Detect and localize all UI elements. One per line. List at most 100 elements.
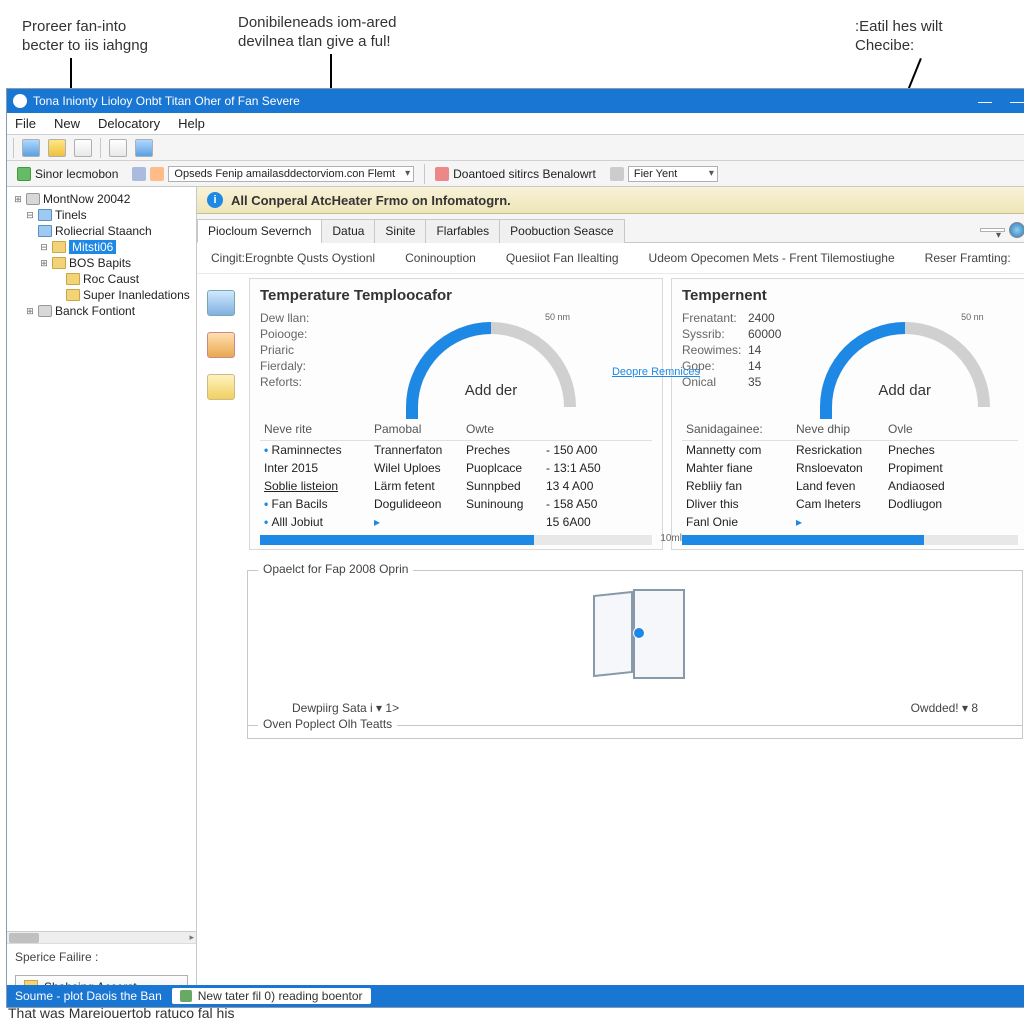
menu-new[interactable]: New [54, 116, 80, 131]
info-dot-icon [633, 627, 645, 639]
gauge-tick: 50 nm [545, 312, 570, 322]
kv-list: Frenatant:2400 Syssrib:60000 Reowimes:14… [682, 310, 781, 410]
status-left: Soume - plot Daois the Ban [15, 989, 162, 1003]
tab-1[interactable]: Datua [321, 219, 375, 243]
toolbar-primary [7, 135, 1024, 161]
tree-node[interactable]: Super Inanledations [9, 287, 194, 303]
home-icon[interactable] [22, 139, 40, 157]
toolbar-secondary: Sinor lecmobon Opseds Fenip amailasddect… [7, 161, 1024, 187]
title-bar[interactable]: Tona Inionty Lioloy Onbt Titan Oher of F… [7, 89, 1024, 113]
gauge-right: Add dar 50 nn [791, 310, 1018, 410]
gauge-link[interactable]: Deopre Remnices [612, 366, 700, 378]
table-row[interactable]: Fan BacilsDogulideeonSuninoung- 158 A50 [260, 495, 652, 513]
tree-h-scrollbar[interactable]: ▸ [7, 931, 196, 943]
tree[interactable]: ⊞MontNow 20042 ⊟Tinels Roliecrial Staanc… [7, 187, 196, 931]
folder-icon [66, 273, 80, 285]
panel-side-icons [201, 278, 241, 550]
panel-temperature-right: Tempernent Frenatant:2400 Syssrib:60000 … [671, 278, 1024, 550]
status-bar: Soume - plot Daois the Ban New tater fil… [7, 985, 1024, 1007]
tree-node[interactable]: Roliecrial Staanch [9, 223, 194, 239]
section-link-4[interactable]: Reser Framting: [925, 251, 1011, 265]
info-icon: i [207, 192, 223, 208]
filter-icon [610, 167, 624, 181]
globe-icon[interactable] [1009, 222, 1024, 238]
table-row[interactable]: Mahter fianeRnsloevatonPropiment [682, 459, 1018, 477]
panel-title: Temperature Temploocafor [260, 287, 652, 304]
table-row[interactable]: Mannetty comResrickationPneches [682, 441, 1018, 459]
folder-icon [38, 225, 52, 237]
refresh-icon[interactable] [135, 139, 153, 157]
disk-icon [26, 193, 40, 205]
tree-node[interactable]: ⊞Banck Fontiont [9, 303, 194, 319]
tree-node-selected[interactable]: ⊟Mitsti06 [9, 239, 194, 255]
table-row[interactable]: Fanl Onie▸ [682, 513, 1018, 531]
section-link-1[interactable]: Coninouption [405, 251, 476, 265]
folder-large-icon[interactable] [207, 374, 235, 400]
gb-left-control[interactable]: Dewpiirg Sata i ▾ 1> [292, 701, 399, 715]
folder-small-icon [150, 167, 164, 181]
globe-small-icon [132, 167, 146, 181]
maximize-button[interactable]: — [1005, 93, 1024, 109]
address-dropdown[interactable]: Opseds Fenip amailasddectorviom.con Flem… [168, 166, 414, 182]
section-link-3[interactable]: Udeom Opecomen Mets - Frent Tilemostiugh… [649, 251, 895, 265]
status-cell: New tater fil 0) reading boentor [172, 988, 371, 1004]
table-row[interactable]: Dliver thisCam lhetersDodliugon [682, 495, 1018, 513]
table-right: Sanidagainee: Neve dhip Ovle Mannetty co… [682, 420, 1018, 545]
section-link-0[interactable]: Cingit:Erognbte Qusts Oystionl [211, 251, 375, 265]
toolbar-sep [13, 138, 14, 158]
status-dot-icon [180, 990, 192, 1002]
menu-delocatory[interactable]: Delocatory [98, 116, 160, 131]
download-icon [435, 167, 449, 181]
window-title: Tona Inionty Lioloy Onbt Titan Oher of F… [33, 94, 300, 108]
chart-icon[interactable] [109, 139, 127, 157]
disk-icon [38, 305, 52, 317]
folder-icon [52, 241, 66, 253]
minimize-button[interactable]: — [973, 93, 997, 109]
section-link-2[interactable]: Quesiiot Fan Ilealting [506, 251, 619, 265]
table-row[interactable]: Rebliiy fanLand fevenAndiaosed [682, 477, 1018, 495]
groupbox-opaelct: Opaelct for Fap 2008 Oprin Dewpiirg Sata… [247, 570, 1023, 739]
seg1-label: Sinor lecmobon [35, 167, 118, 181]
tree-node[interactable]: Roc Caust [9, 271, 194, 287]
annotation-1: Proreer fan-into becter to iis iahgng [22, 18, 148, 56]
gb-right-control[interactable]: Owdded! ▾ 8 [911, 701, 978, 715]
table-row[interactable]: Soblie listeionLärm fetentSunnpbed13 4 A… [260, 477, 652, 495]
tab-dropdown[interactable] [980, 228, 1005, 232]
sections-row: Cingit:Erognbte Qusts Oystionl Coninoupt… [197, 243, 1024, 274]
tab-4[interactable]: Poobuction Seasce [499, 219, 624, 243]
filter-dropdown[interactable]: Fier Yent [628, 166, 718, 182]
tab-0[interactable]: Piocloum Severnch [197, 219, 322, 243]
progress-bar: 10ml [260, 535, 652, 545]
groupbox-legend: Opaelct for Fap 2008 Oprin [258, 562, 413, 576]
gauge-tick: 50 nn [961, 312, 984, 322]
menu-help[interactable]: Help [178, 116, 205, 131]
dashboard-icon[interactable] [207, 290, 235, 316]
folder-icon [66, 289, 80, 301]
report-icon[interactable] [74, 139, 92, 157]
folder-icon [38, 209, 52, 221]
app-icon [13, 94, 27, 108]
tree-pane: ⊞MontNow 20042 ⊟Tinels Roliecrial Staanc… [7, 187, 197, 1007]
tree-node[interactable]: ⊞MontNow 20042 [9, 191, 194, 207]
seg3-label: Doantoed sitircs Benalowrt [453, 167, 596, 181]
panel-title: Tempernent [682, 287, 1018, 304]
main-content: i All Conperal AtcHeater Frmo on Infomat… [197, 187, 1024, 1007]
user-icon[interactable] [207, 332, 235, 358]
menu-file[interactable]: File [15, 116, 36, 131]
table-row[interactable]: Alll Jobiut▸15 6A00 [260, 513, 652, 531]
banner-text: All Conperal AtcHeater Frmo on Infomatog… [231, 193, 511, 208]
table-row[interactable]: RaminnectesTrannerfatonPreches- 150 A00 [260, 441, 652, 459]
tree-node[interactable]: ⊞BOS Bapits [9, 255, 194, 271]
annotation-2: Donibileneads iom-ared devilnea tlan giv… [238, 14, 396, 52]
toolbar-sep [424, 164, 425, 184]
door-diagram [575, 589, 695, 689]
table-row[interactable]: Inter 2015Wilel UploesPuoplcace- 13:1 A5… [260, 459, 652, 477]
folder-icon [52, 257, 66, 269]
tree-node[interactable]: ⊟Tinels [9, 207, 194, 223]
toolbar-sep [100, 138, 101, 158]
open-icon[interactable] [48, 139, 66, 157]
tab-2[interactable]: Sinite [374, 219, 426, 243]
tab-3[interactable]: Flarfables [425, 219, 500, 243]
table-left: Neve rite Pamobal Owte RaminnectesTranne… [260, 420, 652, 545]
info-banner: i All Conperal AtcHeater Frmo on Infomat… [197, 187, 1024, 214]
